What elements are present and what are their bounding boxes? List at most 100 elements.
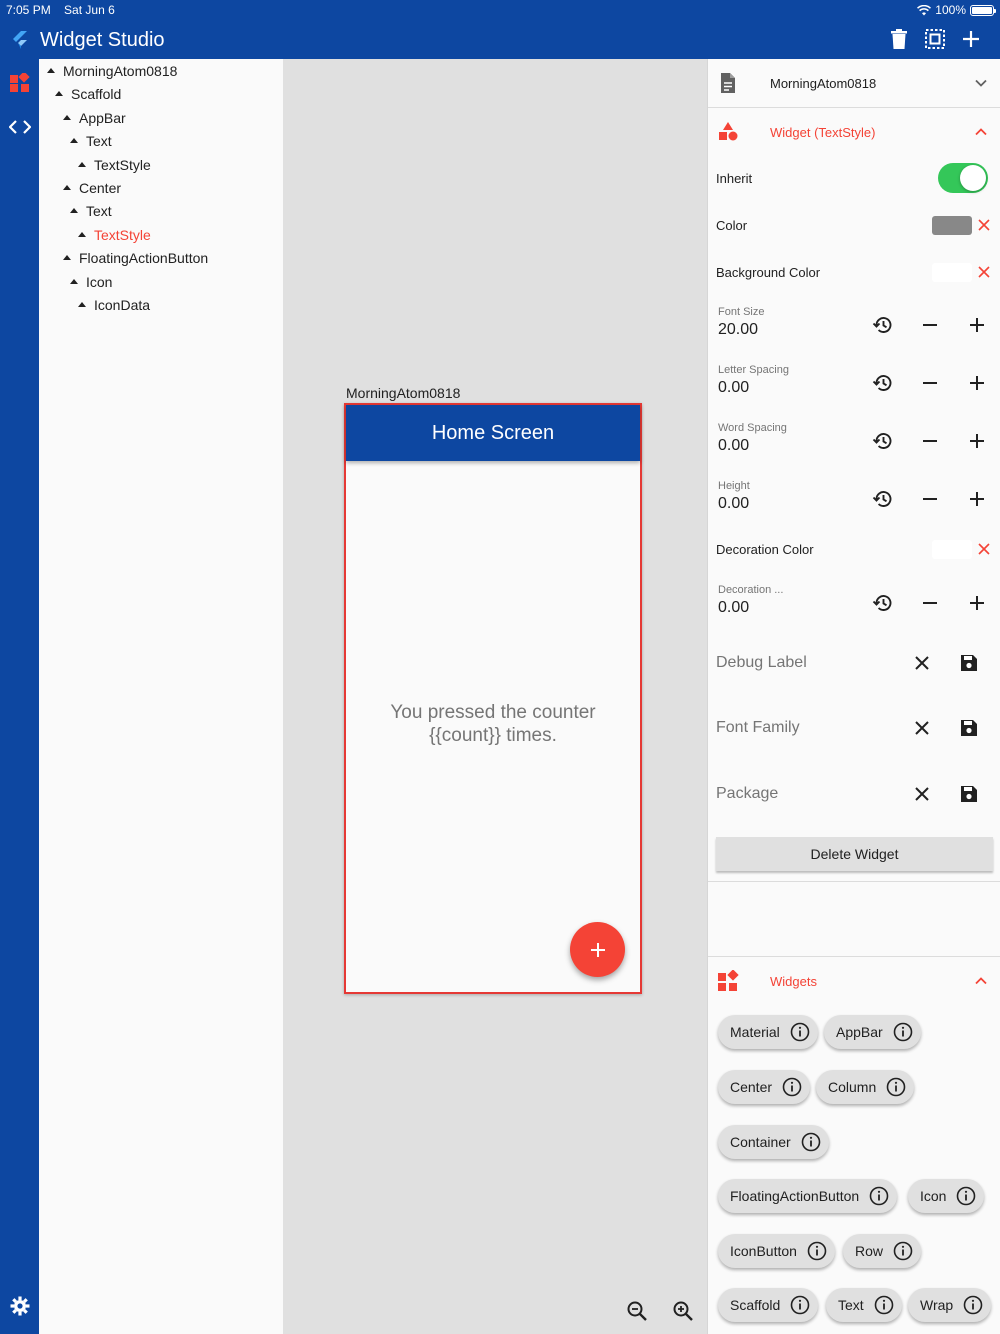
save-icon[interactable] [958, 652, 980, 674]
widget-chip-row[interactable]: Row [843, 1234, 922, 1268]
info-icon[interactable] [886, 1077, 906, 1097]
app-bar: Widget Studio [0, 22, 1000, 58]
inherit-toggle[interactable] [938, 163, 988, 193]
properties-panel: MorningAtom0818 Widget (TextStyle) Inher… [707, 59, 1000, 1334]
widget-chip-iconbutton[interactable]: IconButton [718, 1234, 835, 1268]
background-color-swatch[interactable] [932, 262, 972, 282]
tree-node-selected[interactable]: TextStyle [78, 223, 151, 246]
decrement-icon[interactable] [919, 314, 941, 336]
widgets-icon[interactable] [8, 71, 32, 95]
widgets-section-header[interactable]: Widgets [708, 957, 1000, 1005]
chevron-up-icon[interactable] [974, 974, 988, 988]
widget-chip-floatingactionbutton[interactable]: FloatingActionButton [718, 1179, 898, 1213]
history-icon[interactable] [872, 592, 894, 614]
widget-chip-wrap[interactable]: Wrap [908, 1288, 992, 1322]
info-icon[interactable] [874, 1295, 894, 1315]
decrement-icon[interactable] [919, 430, 941, 452]
decoration-color-swatch[interactable] [932, 539, 972, 559]
add-icon[interactable] [960, 28, 982, 50]
delete-icon[interactable] [888, 28, 910, 50]
tree-node[interactable]: Icon [70, 270, 112, 293]
font-family-field[interactable]: Font Family [716, 719, 800, 737]
tree-node[interactable]: Text [70, 129, 112, 152]
tree-node[interactable]: Text [70, 199, 112, 222]
increment-icon[interactable] [966, 372, 988, 394]
info-icon[interactable] [782, 1077, 802, 1097]
file-selector[interactable]: MorningAtom0818 [708, 59, 1000, 107]
history-icon[interactable] [872, 430, 894, 452]
clear-icon[interactable] [911, 652, 933, 674]
chevron-down-icon[interactable] [974, 76, 988, 90]
info-icon[interactable] [807, 1241, 827, 1261]
collapse-triangle-icon [63, 115, 71, 120]
info-icon[interactable] [956, 1186, 976, 1206]
widget-chip-icon[interactable]: Icon [908, 1179, 985, 1213]
decoration-thickness-value[interactable]: 0.00 [718, 599, 749, 617]
package-field[interactable]: Package [716, 785, 778, 803]
code-icon[interactable] [8, 115, 32, 139]
history-icon[interactable] [872, 314, 894, 336]
info-icon[interactable] [801, 1132, 821, 1152]
letter-spacing-value[interactable]: 0.00 [718, 379, 749, 397]
increment-icon[interactable] [966, 314, 988, 336]
settings-icon[interactable] [8, 1294, 32, 1318]
widget-chip-appbar[interactable]: AppBar [824, 1015, 921, 1049]
tree-node[interactable]: Center [63, 176, 121, 199]
select-all-icon[interactable] [924, 28, 946, 50]
clear-icon[interactable] [911, 783, 933, 805]
debug-label-field[interactable]: Debug Label [716, 654, 807, 672]
increment-icon[interactable] [966, 488, 988, 510]
widgets-icon [718, 970, 739, 991]
tree-node[interactable]: TextStyle [78, 153, 151, 176]
save-icon[interactable] [958, 717, 980, 739]
color-swatch[interactable] [932, 215, 972, 235]
zoom-out-icon[interactable] [625, 1299, 649, 1323]
info-icon[interactable] [790, 1295, 810, 1315]
clear-icon[interactable] [911, 717, 933, 739]
widget-chip-column[interactable]: Column [816, 1070, 915, 1104]
increment-icon[interactable] [966, 592, 988, 614]
color-row: Color [716, 205, 1000, 245]
increment-icon[interactable] [966, 430, 988, 452]
info-icon[interactable] [869, 1186, 889, 1206]
widget-section-header[interactable]: Widget (TextStyle) [708, 108, 1000, 156]
save-icon[interactable] [958, 783, 980, 805]
height-row: Height 0.00 [716, 478, 1000, 526]
font-size-value[interactable]: 20.00 [718, 321, 758, 339]
chevron-up-icon[interactable] [974, 125, 988, 139]
inherit-row: Inherit [716, 158, 1000, 198]
widget-chip-text[interactable]: Text [826, 1288, 902, 1322]
tree-node[interactable]: AppBar [63, 106, 126, 129]
history-icon[interactable] [872, 488, 894, 510]
frame-label: MorningAtom0818 [346, 385, 461, 401]
word-spacing-value[interactable]: 0.00 [718, 437, 749, 455]
collapse-triangle-icon [63, 185, 71, 190]
widget-chip-scaffold[interactable]: Scaffold [718, 1288, 819, 1322]
tree-node[interactable]: FloatingActionButton [63, 246, 208, 269]
info-icon[interactable] [893, 1022, 913, 1042]
tree-node[interactable]: MorningAtom0818 [47, 59, 177, 82]
info-icon[interactable] [963, 1295, 983, 1315]
clear-background-color-icon[interactable] [978, 266, 990, 278]
zoom-in-icon[interactable] [671, 1299, 695, 1323]
decrement-icon[interactable] [919, 488, 941, 510]
widget-chip-container[interactable]: Container [718, 1125, 829, 1159]
preview-frame[interactable]: Home Screen You pressed the counter {{co… [344, 403, 642, 994]
info-icon[interactable] [790, 1022, 810, 1042]
decrement-icon[interactable] [919, 592, 941, 614]
divider [708, 881, 1000, 882]
clear-decoration-color-icon[interactable] [978, 543, 990, 555]
collapse-triangle-icon [70, 279, 78, 284]
tree-node[interactable]: Scaffold [55, 82, 121, 105]
tree-node[interactable]: IconData [78, 293, 150, 316]
height-value[interactable]: 0.00 [718, 495, 749, 513]
delete-widget-button[interactable]: Delete Widget [716, 837, 993, 871]
history-icon[interactable] [872, 372, 894, 394]
widget-chip-center[interactable]: Center [718, 1070, 811, 1104]
clear-color-icon[interactable] [978, 219, 990, 231]
decoration-thickness-row: Decoration ... 0.00 [716, 582, 1000, 630]
preview-fab[interactable] [570, 922, 625, 977]
widget-chip-material[interactable]: Material [718, 1015, 818, 1049]
info-icon[interactable] [893, 1241, 913, 1261]
decrement-icon[interactable] [919, 372, 941, 394]
